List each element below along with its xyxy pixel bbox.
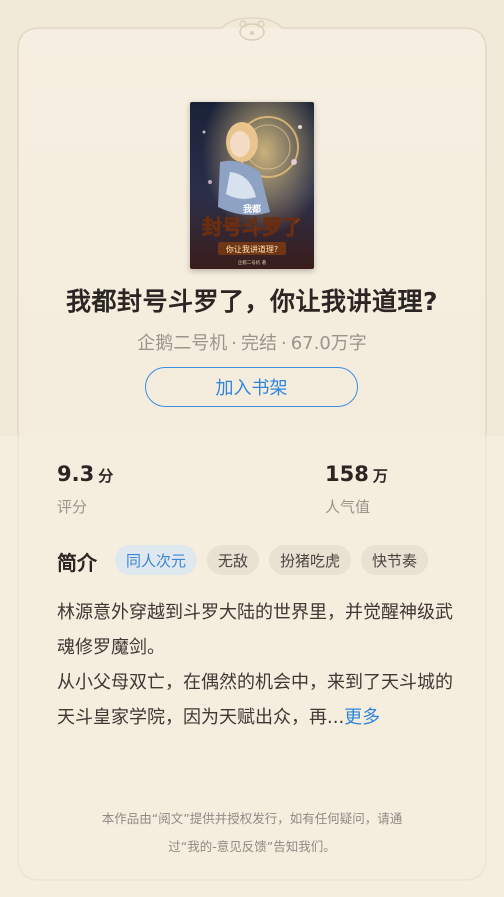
- popularity-label: 人气值: [325, 498, 371, 516]
- cover-credit: 企鹅二号机 著: [238, 259, 267, 266]
- tag-chip[interactable]: 快节奏: [361, 545, 429, 575]
- score-value: 9.3: [57, 462, 95, 486]
- cover-title-main: 封号斗罗了: [202, 215, 302, 239]
- tag-chip[interactable]: 无敌: [207, 545, 260, 575]
- book-cover[interactable]: 我都 封号斗罗了 你让我讲道理? 企鹅二号机 著: [190, 102, 314, 269]
- synopsis-paragraph: 从小父母双亡，在偶然的机会中，来到了天斗城的天斗皇家学院，因为天赋出众，再...: [57, 672, 453, 728]
- add-to-shelf-button[interactable]: 加入书架: [145, 367, 358, 407]
- book-detail-page: 我都 封号斗罗了 你让我讲道理? 企鹅二号机 著 我都封号斗罗了，你让我讲道理?…: [0, 0, 504, 897]
- popularity-unit: 万: [372, 467, 388, 485]
- author-name[interactable]: 企鹅二号机: [137, 333, 227, 354]
- tag-chip[interactable]: 同人次元: [115, 545, 198, 575]
- copyright-line: 本作品由“阅文”提供并授权发行，如有任何疑问，请通: [101, 811, 403, 826]
- cover-title-small: 我都: [243, 203, 261, 215]
- intro-heading: 简介: [57, 551, 97, 575]
- copyright-notice: 本作品由“阅文”提供并授权发行，如有任何疑问，请通 过“我的-意见反馈”告知我们…: [0, 805, 504, 861]
- score-stat: 9.3 分 评分: [57, 462, 113, 517]
- tag-list: 同人次元 无敌 扮猪吃虎 快节奏: [115, 545, 429, 575]
- completion-status: 完结: [240, 333, 277, 354]
- meta-separator: ·: [280, 333, 287, 354]
- book-title: 我都封号斗罗了，你让我讲道理?: [65, 287, 438, 316]
- word-count: 67.0万字: [290, 333, 367, 354]
- copyright-line: 过“我的-意见反馈”告知我们。: [168, 839, 336, 854]
- synopsis-paragraph: 林源意外穿越到斗罗大陆的世界里，并觉醒神级武魂修罗魔剑。: [57, 602, 453, 658]
- cover-title-sub: 你让我讲道理?: [226, 244, 278, 254]
- meta-separator: ·: [231, 333, 237, 354]
- synopsis: 林源意外穿越到斗罗大陆的世界里，并觉醒神级武魂修罗魔剑。 从小父母双亡，在偶然的…: [57, 595, 457, 735]
- popularity-stat: 158 万 人气值: [325, 462, 388, 517]
- score-label: 评分: [57, 498, 88, 516]
- synopsis-paragraph-truncated: 从小父母双亡，在偶然的机会中，来到了天斗城的天斗皇家学院，因为天赋出众，再...…: [57, 665, 457, 735]
- more-link[interactable]: 更多: [344, 707, 380, 728]
- book-meta: 企鹅二号机 · 完结 · 67.0万字: [0, 329, 504, 355]
- bear-ornament-icon: [239, 20, 265, 41]
- score-unit: 分: [98, 467, 114, 485]
- tag-chip[interactable]: 扮猪吃虎: [269, 545, 352, 575]
- cover-art-image: 我都 封号斗罗了 你让我讲道理? 企鹅二号机 著: [190, 102, 314, 269]
- popularity-value: 158: [325, 462, 369, 486]
